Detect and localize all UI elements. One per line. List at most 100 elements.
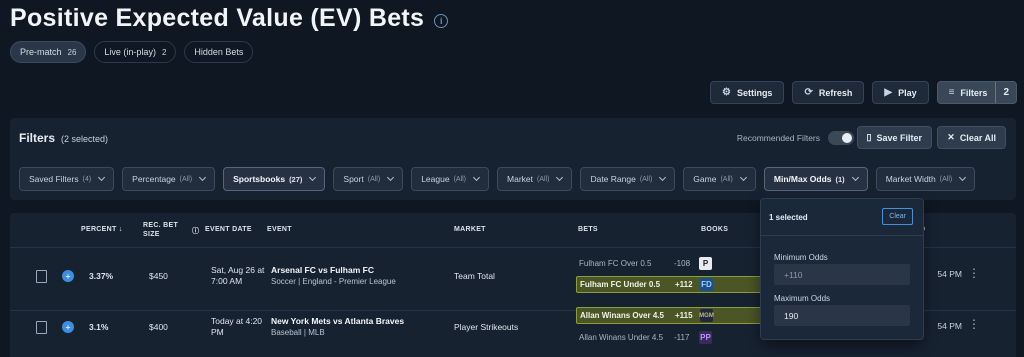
chip-sub: (All) (939, 175, 953, 183)
chevron-down-icon (387, 173, 395, 182)
tab-label: Pre-match (20, 47, 62, 57)
bet-label: Fulham FC Over 0.5 (579, 259, 652, 268)
chip-saved-filters[interactable]: Saved Filters (4) (19, 167, 115, 191)
info-icon[interactable]: i (434, 13, 449, 28)
bet-odds: -117 (674, 333, 690, 342)
sliders-icon: ≡ (948, 87, 955, 98)
help-icon[interactable]: ⓘ (192, 226, 199, 236)
clear-all-label: Clear All (959, 132, 996, 143)
chevron-down-icon (739, 173, 747, 182)
bet-option-highlighted[interactable]: Allan Winans Over 4.5 +115 MGM (576, 307, 776, 324)
event-cell[interactable]: New York Mets vs Atlanta Braves Baseball… (271, 316, 404, 337)
col-rec-bet-label: REC. BET (143, 222, 179, 229)
event-date-line2: 7:00 AM (211, 276, 243, 286)
percent-value: 3.1% (89, 322, 109, 332)
settings-button[interactable]: ⚙ Settings (709, 81, 785, 104)
chip-label: Min/Max Odds (773, 174, 832, 184)
col-books: BOOKS (701, 226, 729, 233)
more-options-icon[interactable]: ⋮ (968, 317, 980, 331)
chip-label: Percentage (132, 174, 176, 184)
col-event: EVENT (267, 226, 292, 233)
chip-sub: (All) (453, 175, 467, 183)
bet-option[interactable]: Fulham FC Over 0.5 -108 P (576, 255, 776, 272)
play-button[interactable]: ▶ Play (872, 81, 929, 104)
chip-sub: (4) (82, 175, 92, 183)
chip-label: Game (693, 174, 717, 184)
chip-label: Date Range (590, 174, 636, 184)
filters-panel: Filters (2 selected) Recommended Filters… (10, 118, 1016, 200)
chevron-down-icon (98, 173, 106, 182)
tab-live[interactable]: Live (in-play) 2 (94, 41, 177, 63)
clear-all-button[interactable]: ✕ Clear All (937, 126, 1006, 149)
calculator-icon[interactable] (36, 270, 47, 283)
recommended-filters-toggle[interactable] (828, 131, 854, 145)
popover-clear-button[interactable]: Clear (882, 208, 913, 225)
chip-label: Saved Filters (29, 174, 79, 184)
event-name: Arsenal FC vs Fulham FC (271, 265, 374, 275)
chip-sportsbooks[interactable]: Sportsbooks (27) (223, 167, 326, 191)
event-league: Baseball | MLB (271, 328, 325, 337)
bookmark-icon: ▯ (866, 132, 872, 142)
filters-count-badge: 2 (995, 82, 1016, 103)
event-cell[interactable]: Arsenal FC vs Fulham FC Soccer | England… (271, 265, 396, 286)
chip-sub: (All) (639, 175, 653, 183)
chip-sub: (1) (835, 174, 845, 184)
col-percent-label: PERCENT (81, 226, 117, 233)
chip-league[interactable]: League (All) (411, 167, 490, 191)
arrow-down-icon: ↓ (118, 226, 123, 233)
chip-min-max-odds[interactable]: Min/Max Odds (1) (763, 167, 868, 191)
chevron-down-icon (472, 173, 481, 182)
bet-label: Fulham FC Under 0.5 (580, 280, 661, 289)
chip-sub: (All) (537, 175, 550, 183)
chip-sub: (All) (720, 175, 733, 183)
calculator-icon[interactable] (36, 321, 47, 334)
tab-pre-match[interactable]: Pre-match 26 (10, 41, 87, 63)
bet-size-value: $450 (149, 271, 168, 281)
chip-percentage[interactable]: Percentage (All) (122, 167, 216, 191)
recommended-filters-label: Recommended Filters (736, 133, 820, 143)
filters-button[interactable]: ≡ Filters 2 (936, 81, 1017, 104)
maximum-odds-input[interactable]: 190 (774, 305, 910, 326)
minimum-odds-input[interactable]: +110 (774, 264, 910, 285)
filter-chips: Saved Filters (4) Percentage (All) Sportsb… (19, 167, 976, 191)
bet-odds: +115 (675, 311, 693, 320)
bet-odds: +112 (675, 280, 693, 289)
chip-game[interactable]: Game (All) (683, 167, 756, 191)
popover-selected-count: 1 selected (769, 213, 808, 222)
play-label: Play (898, 87, 917, 98)
divider (761, 235, 923, 236)
chevron-down-icon (556, 173, 564, 182)
chevron-down-icon (851, 173, 859, 182)
filters-label: Filters (960, 87, 988, 98)
more-options-icon[interactable]: ⋮ (968, 266, 980, 280)
chevron-down-icon (959, 173, 967, 182)
chevron-down-icon (659, 173, 667, 182)
col-rec-bet-size: REC. BET SIZE (143, 221, 178, 239)
chip-market[interactable]: Market (All) (497, 167, 573, 191)
event-date: Today at 4:20 PM (211, 316, 262, 338)
tab-count: 2 (161, 47, 167, 57)
sportsbook-logo-icon: P (699, 257, 712, 270)
col-bets: BETS (578, 226, 598, 233)
add-icon[interactable]: + (62, 270, 74, 282)
col-percent[interactable]: PERCENT ↓ (81, 226, 123, 233)
bet-odds: -108 (674, 259, 691, 268)
add-icon[interactable]: + (62, 321, 74, 333)
chip-sport[interactable]: Sport (All) (333, 167, 404, 191)
event-date: Sat, Aug 26 at 7:00 AM (211, 265, 264, 287)
bet-option[interactable]: Allan Winans Under 4.5 -117 PP (576, 329, 776, 346)
market-value: Team Total (454, 271, 495, 281)
tab-hidden-bets[interactable]: Hidden Bets (184, 41, 254, 63)
save-filter-button[interactable]: ▯ Save Filter (856, 126, 932, 149)
chip-market-width[interactable]: Market Width (All) (875, 167, 976, 191)
toolbar: ⚙ Settings ⟳ Refresh ▶ Play ≡ Filters 2 (709, 81, 1017, 104)
chip-date-range[interactable]: Date Range (All) (580, 167, 676, 191)
minimum-odds-label: Minimum Odds (774, 253, 828, 262)
refresh-button[interactable]: ⟳ Refresh (792, 81, 865, 104)
event-date-line1: Sat, Aug 26 at (211, 265, 265, 275)
bet-option-highlighted[interactable]: Fulham FC Under 0.5 +112 FD (576, 276, 776, 293)
event-date-line1: Today at 4:20 (211, 316, 263, 326)
play-icon: ▶ (884, 87, 893, 98)
chevron-down-icon (199, 173, 207, 182)
col-rec-bet-label-2: SIZE (143, 231, 160, 238)
